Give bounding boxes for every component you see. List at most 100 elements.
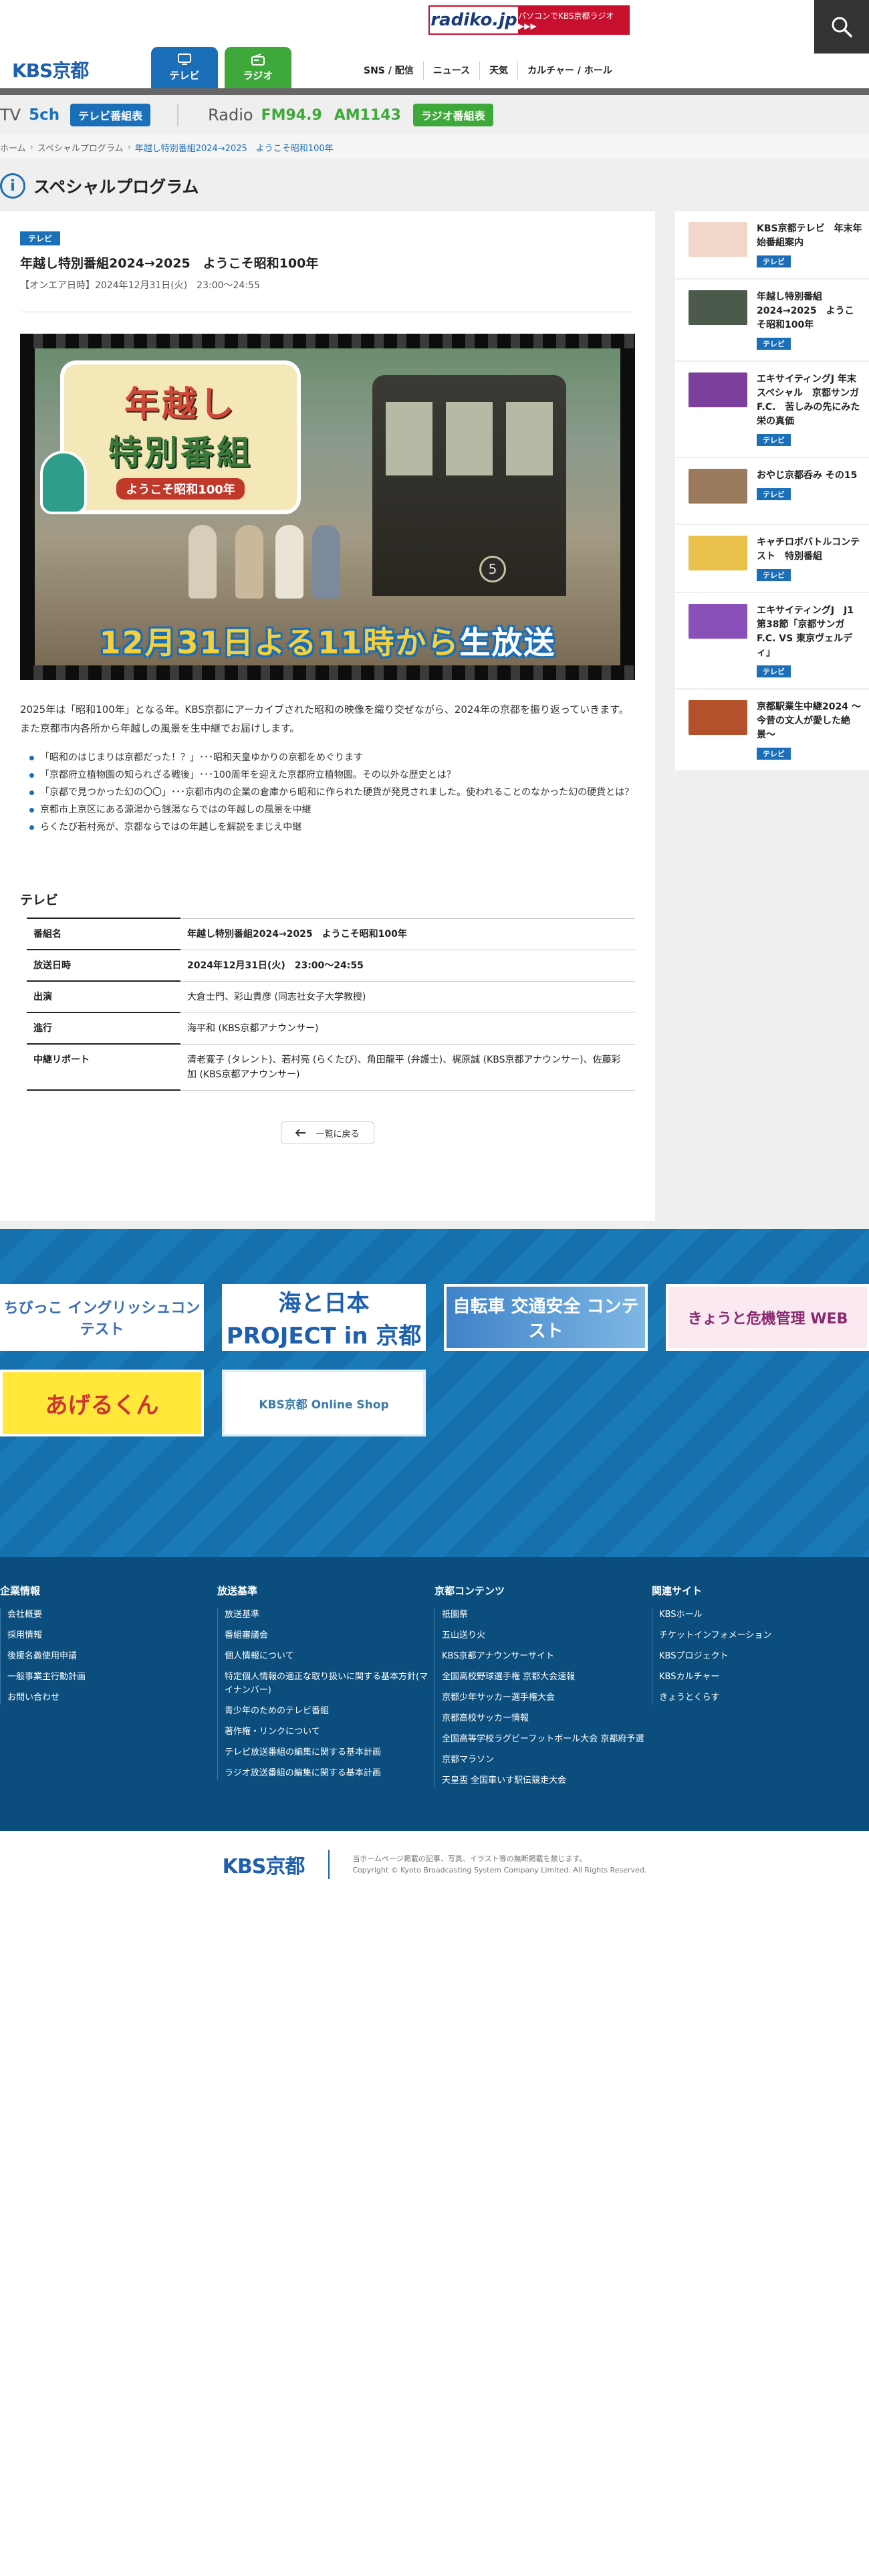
footer-link[interactable]: 個人情報について	[225, 1650, 434, 1663]
footer-link[interactable]: KBSカルチャー	[659, 1671, 869, 1684]
list-item: 「昭和のはじまりは京都だった！？」･･･昭和天皇ゆかりの京都をめぐります	[29, 750, 635, 766]
footer-col-title: 京都コンテンツ	[434, 1585, 505, 1597]
sidebar-badge: テレビ	[757, 338, 791, 350]
breadcrumb: ホーム › スペシャルプログラム › 年越し特別番組2024→2025 ようこそ…	[0, 135, 869, 159]
page-title: スペシャルプログラム	[33, 177, 199, 197]
sidebar-item-title: 年越し特別番組2024→2025 ようこそ昭和100年	[757, 292, 854, 330]
footer-link[interactable]: 番組審議会	[225, 1629, 434, 1642]
footer-link[interactable]: 祇園祭	[442, 1608, 652, 1622]
header-divider	[0, 88, 869, 95]
breadcrumb-current: 年越し特別番組2024→2025 ようこそ昭和100年	[134, 143, 334, 154]
tab-tv-label: テレビ	[169, 69, 200, 82]
sidebar-badge: テレビ	[757, 569, 791, 581]
chevron-right-icon: ›	[127, 142, 131, 152]
sidebar-item-title: KBS京都テレビ 年末年始番組案内	[757, 223, 862, 248]
banner-bicycle-safety[interactable]: 自転車 交通安全 コンテスト	[444, 1284, 648, 1351]
footer-link[interactable]: KBSホール	[659, 1608, 869, 1622]
banner-crisis-management[interactable]: きょうと危機管理 WEB	[666, 1284, 869, 1351]
search-button[interactable]	[814, 0, 869, 53]
hero-title-line2: 特別番組	[108, 433, 253, 472]
arrow-left-icon	[295, 1129, 306, 1137]
radio-program-guide-button[interactable]: ラジオ番組表	[412, 104, 493, 126]
site-header: radiko.jp パソコンでKBS京都ラジオ ▶▶▶ KBS京都 テレビ ラジ…	[0, 0, 869, 88]
tab-radio[interactable]: ラジオ	[225, 47, 291, 88]
footer-link[interactable]: 五山送り火	[442, 1629, 652, 1642]
footer-link[interactable]: KBSプロジェクト	[659, 1650, 869, 1663]
film-strip-bottom	[20, 665, 635, 680]
list-item: 「京都府立植物園の知られざる戦後」･･･100周年を迎えた京都府立植物園。その以…	[29, 767, 635, 783]
footer-link[interactable]: お問い合わせ	[7, 1691, 217, 1705]
banner-agerukun[interactable]: あげるくん	[0, 1370, 204, 1436]
hero-airtime-date: 12月31日よる11時から	[99, 625, 460, 661]
program-info-table: 番組名 年越し特別番組2024→2025 ようこそ昭和100年 放送日時 2024年…	[27, 918, 635, 1091]
sidebar-item[interactable]: おやじ京都呑み その15 テレビ	[675, 458, 869, 525]
copyright-line: Copyright © Kyoto Broadcasting System Co…	[352, 1866, 647, 1874]
breadcrumb-home[interactable]: ホーム	[0, 141, 26, 154]
footer-link[interactable]: 青少年のためのテレビ番組	[225, 1705, 434, 1718]
footer-link[interactable]: 天皇盃 全国車いす駅伝競走大会	[442, 1774, 652, 1788]
footer-link[interactable]: 放送基準	[225, 1608, 434, 1622]
article-title: 年越し特別番組2024→2025 ようこそ昭和100年	[20, 256, 319, 271]
copyright-notice: 当ホームページ掲載の記事、写真、イラスト等の無断掲載を禁じます。	[352, 1854, 587, 1863]
radiko-banner[interactable]: radiko.jp パソコンでKBS京都ラジオ ▶▶▶	[428, 5, 630, 35]
hero-title-line1: 年越し	[124, 384, 237, 425]
table-row: 中継リポート 清老寛子 (タレント)、若村亮 (らくたび)、角田龍平 (弁護士)、…	[27, 1043, 635, 1091]
footer-link[interactable]: 特定個人情報の適正な取り扱いに関する基本方針(マイナンバー)	[225, 1671, 434, 1697]
nav-item-weather[interactable]: 天気	[480, 62, 519, 80]
sidebar-item[interactable]: エキサイティングJ J1第38節「京都サンガF.C. VS 東京ヴェルディ」 テレ…	[675, 593, 869, 689]
radiko-text: パソコンでKBS京都ラジオ ▶▶▶	[518, 11, 614, 31]
footer-link[interactable]: 全国高校野球選手権 京都大会速報	[442, 1671, 652, 1684]
footer-logo[interactable]: KBS京都	[223, 1850, 330, 1879]
footer-col-kyoto: 京都コンテンツ 祇園祭 五山送り火 KBS京都アナウンサーサイト 全国高校野球選…	[434, 1584, 652, 1831]
sidebar-item[interactable]: 京都駅業生中継2024 〜今昔の文人が愛した絶景〜 テレビ	[675, 689, 869, 772]
am-frequency: AM1143	[334, 106, 401, 124]
footer-link[interactable]: テレビ放送番組の編集に関する基本計画	[225, 1746, 434, 1759]
footer-link[interactable]: 著作権・リンクについて	[225, 1725, 434, 1739]
sidebar-item[interactable]: KBS京都テレビ 年末年始番組案内 テレビ	[675, 211, 869, 280]
row-value: 海平和 (KBS京都アナウンサー)	[180, 1012, 635, 1044]
footer-link[interactable]: チケットインフォメーション	[659, 1629, 869, 1642]
footer-col-title: 関連サイト	[652, 1585, 703, 1597]
nav-item-sns[interactable]: SNS / 配信	[354, 62, 424, 80]
footer-link[interactable]: 一般事業主行動計画	[7, 1671, 217, 1684]
back-to-list-button[interactable]: 一覧に戻る	[281, 1121, 374, 1144]
fm-frequency: FM94.9	[261, 106, 322, 124]
sidebar-thumbnail	[689, 469, 747, 504]
footer-link[interactable]: 後援名義使用申請	[7, 1650, 217, 1663]
category-badge: テレビ	[20, 231, 61, 245]
tab-radio-label: ラジオ	[243, 69, 273, 82]
hero-airtime: 12月31日よる11時から生放送	[20, 619, 635, 663]
sidebar-thumbnail	[689, 536, 747, 570]
tv-program-guide-button[interactable]: テレビ番組表	[70, 104, 151, 126]
section-header: i スペシャルプログラム	[0, 173, 199, 199]
footer-link[interactable]: 京都マラソン	[442, 1753, 652, 1767]
footer-link[interactable]: 京都高校サッカー情報	[442, 1712, 652, 1725]
nav-item-news[interactable]: ニュース	[424, 62, 481, 80]
footer-link[interactable]: ラジオ放送番組の編集に関する基本計画	[225, 1767, 434, 1780]
row-value: 年越し特別番組2024→2025 ようこそ昭和100年	[180, 918, 635, 950]
banner-online-shop[interactable]: KBS京都 Online Shop	[222, 1370, 426, 1436]
footer-link[interactable]: 採用情報	[7, 1629, 217, 1642]
row-value: 清老寛子 (タレント)、若村亮 (らくたび)、角田龍平 (弁護士)、梶原誠 (K…	[180, 1043, 635, 1091]
footer-link[interactable]: きょうとくらす	[659, 1691, 869, 1705]
banner-english-contest[interactable]: ちびっこ イングリッシュコンテスト	[0, 1284, 204, 1351]
radio-label: Radio	[208, 106, 253, 124]
sidebar-item[interactable]: キャチロボバトルコンテスト 特別番組 テレビ	[675, 525, 869, 593]
footer-link[interactable]: 全国高等学校ラグビーフットボール大会 京都府予選	[442, 1733, 652, 1746]
breadcrumb-special[interactable]: スペシャルプログラム	[37, 141, 124, 154]
footer-link[interactable]: KBS京都アナウンサーサイト	[442, 1650, 652, 1663]
banner-umi-to-nippon[interactable]: 海と日本 PROJECT in 京都	[222, 1284, 426, 1351]
topic-list: 「昭和のはじまりは京都だった！？」･･･昭和天皇ゆかりの京都をめぐります 「京都…	[20, 750, 635, 835]
air-date: 【オンエア日時】2024年12月31日(火) 23:00〜24:55	[20, 280, 260, 291]
list-item: 「京都で見つかった幻の〇〇」･･･京都市内の企業の倉庫から昭和に作られた硬貨が発…	[29, 784, 635, 800]
footer-link[interactable]: 会社概要	[7, 1608, 217, 1622]
site-logo[interactable]: KBS京都	[12, 56, 89, 83]
hero-title-badge: 年越し 特別番組 ようこそ昭和100年	[60, 360, 301, 514]
tab-tv[interactable]: テレビ	[151, 47, 218, 88]
sidebar-item[interactable]: 年越し特別番組2024→2025 ようこそ昭和100年テレビ	[675, 280, 869, 362]
sidebar-item[interactable]: エキサイティングJ 年末スペシャル 京都サンガF.C. 苦しみの先にみた栄の真価…	[675, 362, 869, 458]
hero-title-line3: ようこそ昭和100年	[116, 477, 245, 500]
nav-item-culture[interactable]: カルチャー / ホール	[518, 62, 622, 80]
site-footer: 企業情報 会社概要 採用情報 後援名義使用申請 一般事業主行動計画 お問い合わせ…	[0, 1557, 869, 1831]
footer-link[interactable]: 京都少年サッカー選手権大会	[442, 1691, 652, 1705]
